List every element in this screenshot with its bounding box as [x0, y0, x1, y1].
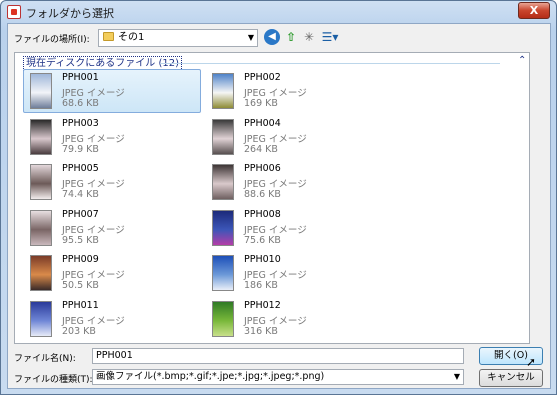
mouse-cursor-icon: ➚ [526, 355, 537, 369]
file-item[interactable]: PPH001 JPEG イメージ 68.6 KB [23, 69, 201, 113]
file-size: 50.5 KB [62, 280, 99, 291]
file-size: 264 KB [244, 143, 278, 155]
file-item[interactable]: PPH009 JPEG イメージ 50.5 KB [23, 251, 201, 295]
image-thumbnail [30, 118, 52, 155]
image-thumbnail [212, 255, 234, 291]
folder-icon [103, 32, 114, 41]
chevron-down-icon[interactable]: ▼ [454, 370, 460, 384]
file-size: 186 KB [244, 280, 278, 291]
file-type: JPEG イメージ [244, 88, 307, 99]
close-button[interactable]: X [518, 2, 550, 19]
new-folder-icon[interactable]: ✳ [301, 29, 317, 45]
file-size: 68.6 KB [62, 98, 99, 109]
filetype-value: 画像ファイル(*.bmp;*.gif;*.jpe;*.jpg;*.jpeg;*.… [96, 371, 325, 382]
chevron-down-icon[interactable]: ▼ [248, 30, 254, 46]
views-menu-icon[interactable]: ☰▾ [319, 29, 341, 45]
file-type: JPEG イメージ [244, 315, 307, 327]
file-list-view[interactable]: 現在ディスクにあるファイル (12) ⌃ PPH001 JPEG イメージ 68.6… [14, 52, 530, 344]
file-size: 79.9 KB [62, 143, 99, 155]
app-icon [7, 5, 21, 19]
file-item[interactable]: PPH004 JPEG イメージ 264 KB [205, 115, 383, 159]
file-name: PPH010 [244, 254, 281, 265]
file-item[interactable]: PPH006 JPEG イメージ 88.6 KB [205, 160, 383, 204]
file-name: PPH001 [62, 72, 99, 83]
file-type: JPEG イメージ [62, 315, 125, 327]
file-name: PPH002 [244, 72, 281, 83]
file-item[interactable]: PPH008 JPEG イメージ 75.6 KB [205, 206, 383, 250]
file-name: PPH008 [244, 208, 281, 220]
file-type: JPEG イメージ [244, 179, 307, 190]
file-type: JPEG イメージ [62, 179, 125, 190]
file-type: JPEG イメージ [62, 133, 125, 145]
image-thumbnail [30, 73, 52, 109]
chevron-up-icon[interactable]: ⌃ [518, 55, 526, 66]
title-bar[interactable]: フォルダから選択 X [1, 1, 556, 23]
file-name: PPH003 [62, 117, 99, 129]
back-arrow-icon[interactable]: ◀ [264, 29, 280, 45]
lookin-combobox[interactable]: その1 ▼ [98, 29, 258, 47]
group-divider [160, 63, 500, 64]
up-folder-icon[interactable]: ⇧ [283, 29, 299, 45]
file-item[interactable]: PPH005 JPEG イメージ 74.4 KB [23, 160, 201, 204]
file-type: JPEG イメージ [62, 88, 125, 99]
file-item[interactable]: PPH012 JPEG イメージ 316 KB [205, 297, 383, 341]
filetype-label: ファイルの種類(T): [14, 375, 93, 385]
file-size: 169 KB [244, 98, 278, 109]
file-name: PPH007 [62, 208, 99, 220]
image-thumbnail [212, 300, 234, 337]
file-item[interactable]: PPH011 JPEG イメージ 203 KB [23, 297, 201, 341]
file-type: JPEG イメージ [244, 224, 307, 236]
file-name: PPH005 [62, 163, 99, 174]
file-item[interactable]: PPH003 JPEG イメージ 79.9 KB [23, 115, 201, 159]
file-name: PPH012 [244, 299, 281, 311]
file-type: JPEG イメージ [244, 133, 307, 145]
file-size: 316 KB [244, 325, 278, 337]
filename-label: ファイル名(N): [14, 354, 76, 364]
image-thumbnail [212, 73, 234, 109]
file-type: JPEG イメージ [62, 270, 125, 281]
dialog-client-area: ファイルの場所(I): その1 ▼ ◀ ⇧ ✳ ☰▾ 現在ディスクにあるファイル… [7, 23, 551, 389]
file-size: 88.6 KB [244, 189, 281, 200]
file-size: 74.4 KB [62, 189, 99, 200]
file-type: JPEG イメージ [244, 270, 307, 281]
image-thumbnail [212, 118, 234, 155]
file-item[interactable]: PPH007 JPEG イメージ 95.5 KB [23, 206, 201, 250]
image-thumbnail [30, 300, 52, 337]
file-dialog-window: フォルダから選択 X ファイルの場所(I): その1 ▼ ◀ ⇧ ✳ ☰▾ 現在… [0, 0, 557, 395]
file-name: PPH006 [244, 163, 281, 174]
file-item[interactable]: PPH002 JPEG イメージ 169 KB [205, 69, 383, 113]
list-scroll-gutter [530, 52, 546, 344]
image-thumbnail [212, 209, 234, 246]
file-size: 95.5 KB [62, 234, 99, 246]
image-thumbnail [212, 164, 234, 200]
file-name: PPH009 [62, 254, 99, 265]
image-thumbnail [30, 209, 52, 246]
filetype-combobox[interactable]: 画像ファイル(*.bmp;*.gif;*.jpe;*.jpg;*.jpeg;*.… [92, 369, 464, 385]
file-size: 75.6 KB [244, 234, 281, 246]
file-item[interactable]: PPH010 JPEG イメージ 186 KB [205, 251, 383, 295]
file-size: 203 KB [62, 325, 96, 337]
image-thumbnail [30, 255, 52, 291]
cancel-button[interactable]: キャンセル [479, 369, 543, 387]
image-thumbnail [30, 164, 52, 200]
window-title: フォルダから選択 [26, 7, 114, 20]
file-name: PPH004 [244, 117, 281, 129]
lookin-label: ファイルの場所(I): [14, 35, 90, 45]
lookin-value: その1 [118, 32, 145, 43]
file-name: PPH011 [62, 299, 99, 311]
filename-input[interactable]: PPH001 [92, 348, 464, 364]
file-type: JPEG イメージ [62, 224, 125, 236]
